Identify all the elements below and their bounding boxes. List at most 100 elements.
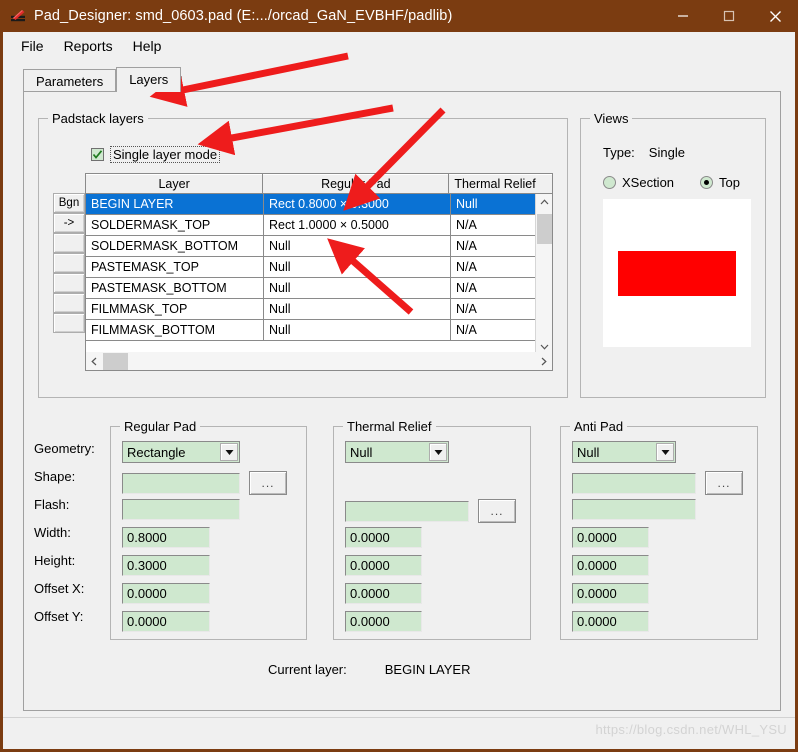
views-group: Views Type: Single XSection Top xyxy=(580,111,766,398)
table-row[interactable]: PASTEMASK_BOTTOM Null N/A xyxy=(86,278,552,299)
regular-pad-shape-browse-button[interactable]: ... xyxy=(249,471,287,495)
cell-layer: BEGIN LAYER xyxy=(86,194,264,214)
thermal-relief-flash-row: ... xyxy=(345,499,516,523)
pad-preview-shape xyxy=(618,251,736,296)
thermal-relief-geometry-value: Null xyxy=(350,444,373,460)
thermal-relief-flash-field[interactable] xyxy=(345,500,469,522)
single-layer-mode-row[interactable]: Single layer mode xyxy=(91,146,221,163)
label-height: Height: xyxy=(34,552,76,568)
row-button-7[interactable] xyxy=(53,313,85,333)
window-controls xyxy=(660,0,798,32)
cell-regular-pad: Null xyxy=(264,236,451,256)
regular-pad-height-field[interactable]: 0.3000 xyxy=(122,555,210,576)
maximize-button[interactable] xyxy=(706,0,752,32)
cell-regular-pad: Rect 0.8000 × 0.3000 xyxy=(264,194,451,214)
table-row[interactable]: BEGIN LAYER Rect 0.8000 × 0.3000 Null xyxy=(86,194,552,215)
thermal-relief-offset-x-row: 0.0000 xyxy=(345,583,422,604)
row-button-next[interactable]: -> xyxy=(53,213,85,233)
chevron-down-icon[interactable] xyxy=(220,443,238,461)
grid-horizontal-scrollbar[interactable] xyxy=(85,352,553,371)
table-row[interactable]: FILMMASK_BOTTOM Null N/A xyxy=(86,320,552,341)
tab-layers[interactable]: Layers xyxy=(116,67,182,92)
row-button-4[interactable] xyxy=(53,253,85,273)
table-row[interactable]: FILMMASK_TOP Null N/A xyxy=(86,299,552,320)
regular-pad-width-field[interactable]: 0.8000 xyxy=(122,527,210,548)
thermal-relief-flash-browse-button[interactable]: ... xyxy=(478,499,516,523)
cell-regular-pad: Null xyxy=(264,320,451,340)
column-header-thermal-relief[interactable]: Thermal Relief xyxy=(449,174,552,193)
anti-pad-offset-y-field[interactable]: 0.0000 xyxy=(572,611,649,632)
anti-pad-offset-x-field[interactable]: 0.0000 xyxy=(572,583,649,604)
title-bar: Pad_Designer: smd_0603.pad (E:.../orcad_… xyxy=(0,0,798,32)
anti-pad-geometry-row: Null xyxy=(572,441,676,463)
scroll-right-icon[interactable] xyxy=(535,353,552,370)
grid-body: BEGIN LAYER Rect 0.8000 × 0.3000 Null SO… xyxy=(86,194,552,341)
label-geometry: Geometry: xyxy=(34,440,95,456)
thermal-relief-geometry-combo[interactable]: Null xyxy=(345,441,449,463)
anti-pad-geometry-combo[interactable]: Null xyxy=(572,441,676,463)
current-layer-status: Current layer: BEGIN LAYER xyxy=(268,662,470,677)
thermal-relief-offset-y-field[interactable]: 0.0000 xyxy=(345,611,422,632)
row-button-begin[interactable]: Bgn xyxy=(53,193,85,213)
regular-pad-offset-y-field[interactable]: 0.0000 xyxy=(122,611,210,632)
padstack-grid[interactable]: Layer Regular Pad Thermal Relief BEGIN L… xyxy=(85,173,553,371)
views-group-title: Views xyxy=(590,111,633,126)
cell-layer: SOLDERMASK_TOP xyxy=(86,215,264,235)
grid-vertical-scrollbar[interactable] xyxy=(535,194,552,355)
cell-layer: FILMMASK_TOP xyxy=(86,299,264,319)
anti-pad-flash-row xyxy=(572,499,696,520)
regular-pad-width-row: 0.8000 xyxy=(122,527,210,548)
regular-pad-geometry-value: Rectangle xyxy=(127,444,186,460)
minimize-button[interactable] xyxy=(660,0,706,32)
anti-pad-height-row: 0.0000 xyxy=(572,555,649,576)
menu-item-help[interactable]: Help xyxy=(123,35,172,57)
close-button[interactable] xyxy=(752,0,798,32)
cell-thermal-relief: N/A xyxy=(456,239,477,253)
row-button-6[interactable] xyxy=(53,293,85,313)
thermal-relief-offset-x-field[interactable]: 0.0000 xyxy=(345,583,422,604)
regular-pad-geometry-combo[interactable]: Rectangle xyxy=(122,441,240,463)
thermal-relief-width-row: 0.0000 xyxy=(345,527,422,548)
anti-pad-geometry-value: Null xyxy=(577,444,600,460)
label-shape: Shape: xyxy=(34,468,76,484)
scroll-left-icon[interactable] xyxy=(86,353,103,370)
views-radio-row: XSection Top xyxy=(603,175,740,190)
table-row[interactable]: SOLDERMASK_BOTTOM Null N/A xyxy=(86,236,552,257)
anti-pad-height-field[interactable]: 0.0000 xyxy=(572,555,649,576)
anti-pad-width-field[interactable]: 0.0000 xyxy=(572,527,649,548)
row-button-5[interactable] xyxy=(53,273,85,293)
padstack-table: Bgn -> Layer Regular Pad Thermal Relief xyxy=(53,173,553,371)
radio-top[interactable] xyxy=(700,176,714,189)
thermal-relief-offset-y-row: 0.0000 xyxy=(345,611,422,632)
padstack-layers-group-title: Padstack layers xyxy=(48,111,148,126)
regular-pad-offset-x-field[interactable]: 0.0000 xyxy=(122,583,210,604)
regular-pad-group: Regular Pad Rectangle ... 0.8000 0.3000 … xyxy=(110,419,307,640)
scroll-up-icon[interactable] xyxy=(536,194,552,211)
regular-pad-shape-field[interactable] xyxy=(122,472,240,494)
regular-pad-flash-field[interactable] xyxy=(122,499,240,520)
thermal-relief-height-field[interactable]: 0.0000 xyxy=(345,555,422,576)
views-type-label: Type: xyxy=(603,145,635,160)
field-label-column: Geometry: Shape: Flash: Width: Height: O… xyxy=(34,434,108,630)
vertical-scrollbar-thumb[interactable] xyxy=(537,214,552,244)
column-header-regular-pad[interactable]: Regular Pad xyxy=(263,174,450,193)
tab-parameters[interactable]: Parameters xyxy=(23,69,117,93)
column-header-layer[interactable]: Layer xyxy=(86,174,264,193)
table-row[interactable]: SOLDERMASK_TOP Rect 1.0000 × 0.5000 N/A xyxy=(86,215,552,236)
horizontal-scrollbar-thumb[interactable] xyxy=(103,352,128,370)
chevron-down-icon[interactable] xyxy=(429,443,447,461)
chevron-down-icon[interactable] xyxy=(656,443,674,461)
single-layer-mode-checkbox[interactable] xyxy=(91,148,104,161)
anti-pad-shape-browse-button[interactable]: ... xyxy=(705,471,743,495)
row-button-3[interactable] xyxy=(53,233,85,253)
table-row[interactable]: PASTEMASK_TOP Null N/A xyxy=(86,257,552,278)
menu-bar: File Reports Help xyxy=(3,32,795,60)
anti-pad-flash-field[interactable] xyxy=(572,499,696,520)
anti-pad-shape-field[interactable] xyxy=(572,472,696,494)
cell-thermal-relief: N/A xyxy=(456,218,477,232)
radio-xsection[interactable] xyxy=(603,176,616,189)
menu-item-file[interactable]: File xyxy=(11,35,54,57)
radio-xsection-label: XSection xyxy=(622,175,675,190)
thermal-relief-width-field[interactable]: 0.0000 xyxy=(345,527,422,548)
menu-item-reports[interactable]: Reports xyxy=(54,35,123,57)
